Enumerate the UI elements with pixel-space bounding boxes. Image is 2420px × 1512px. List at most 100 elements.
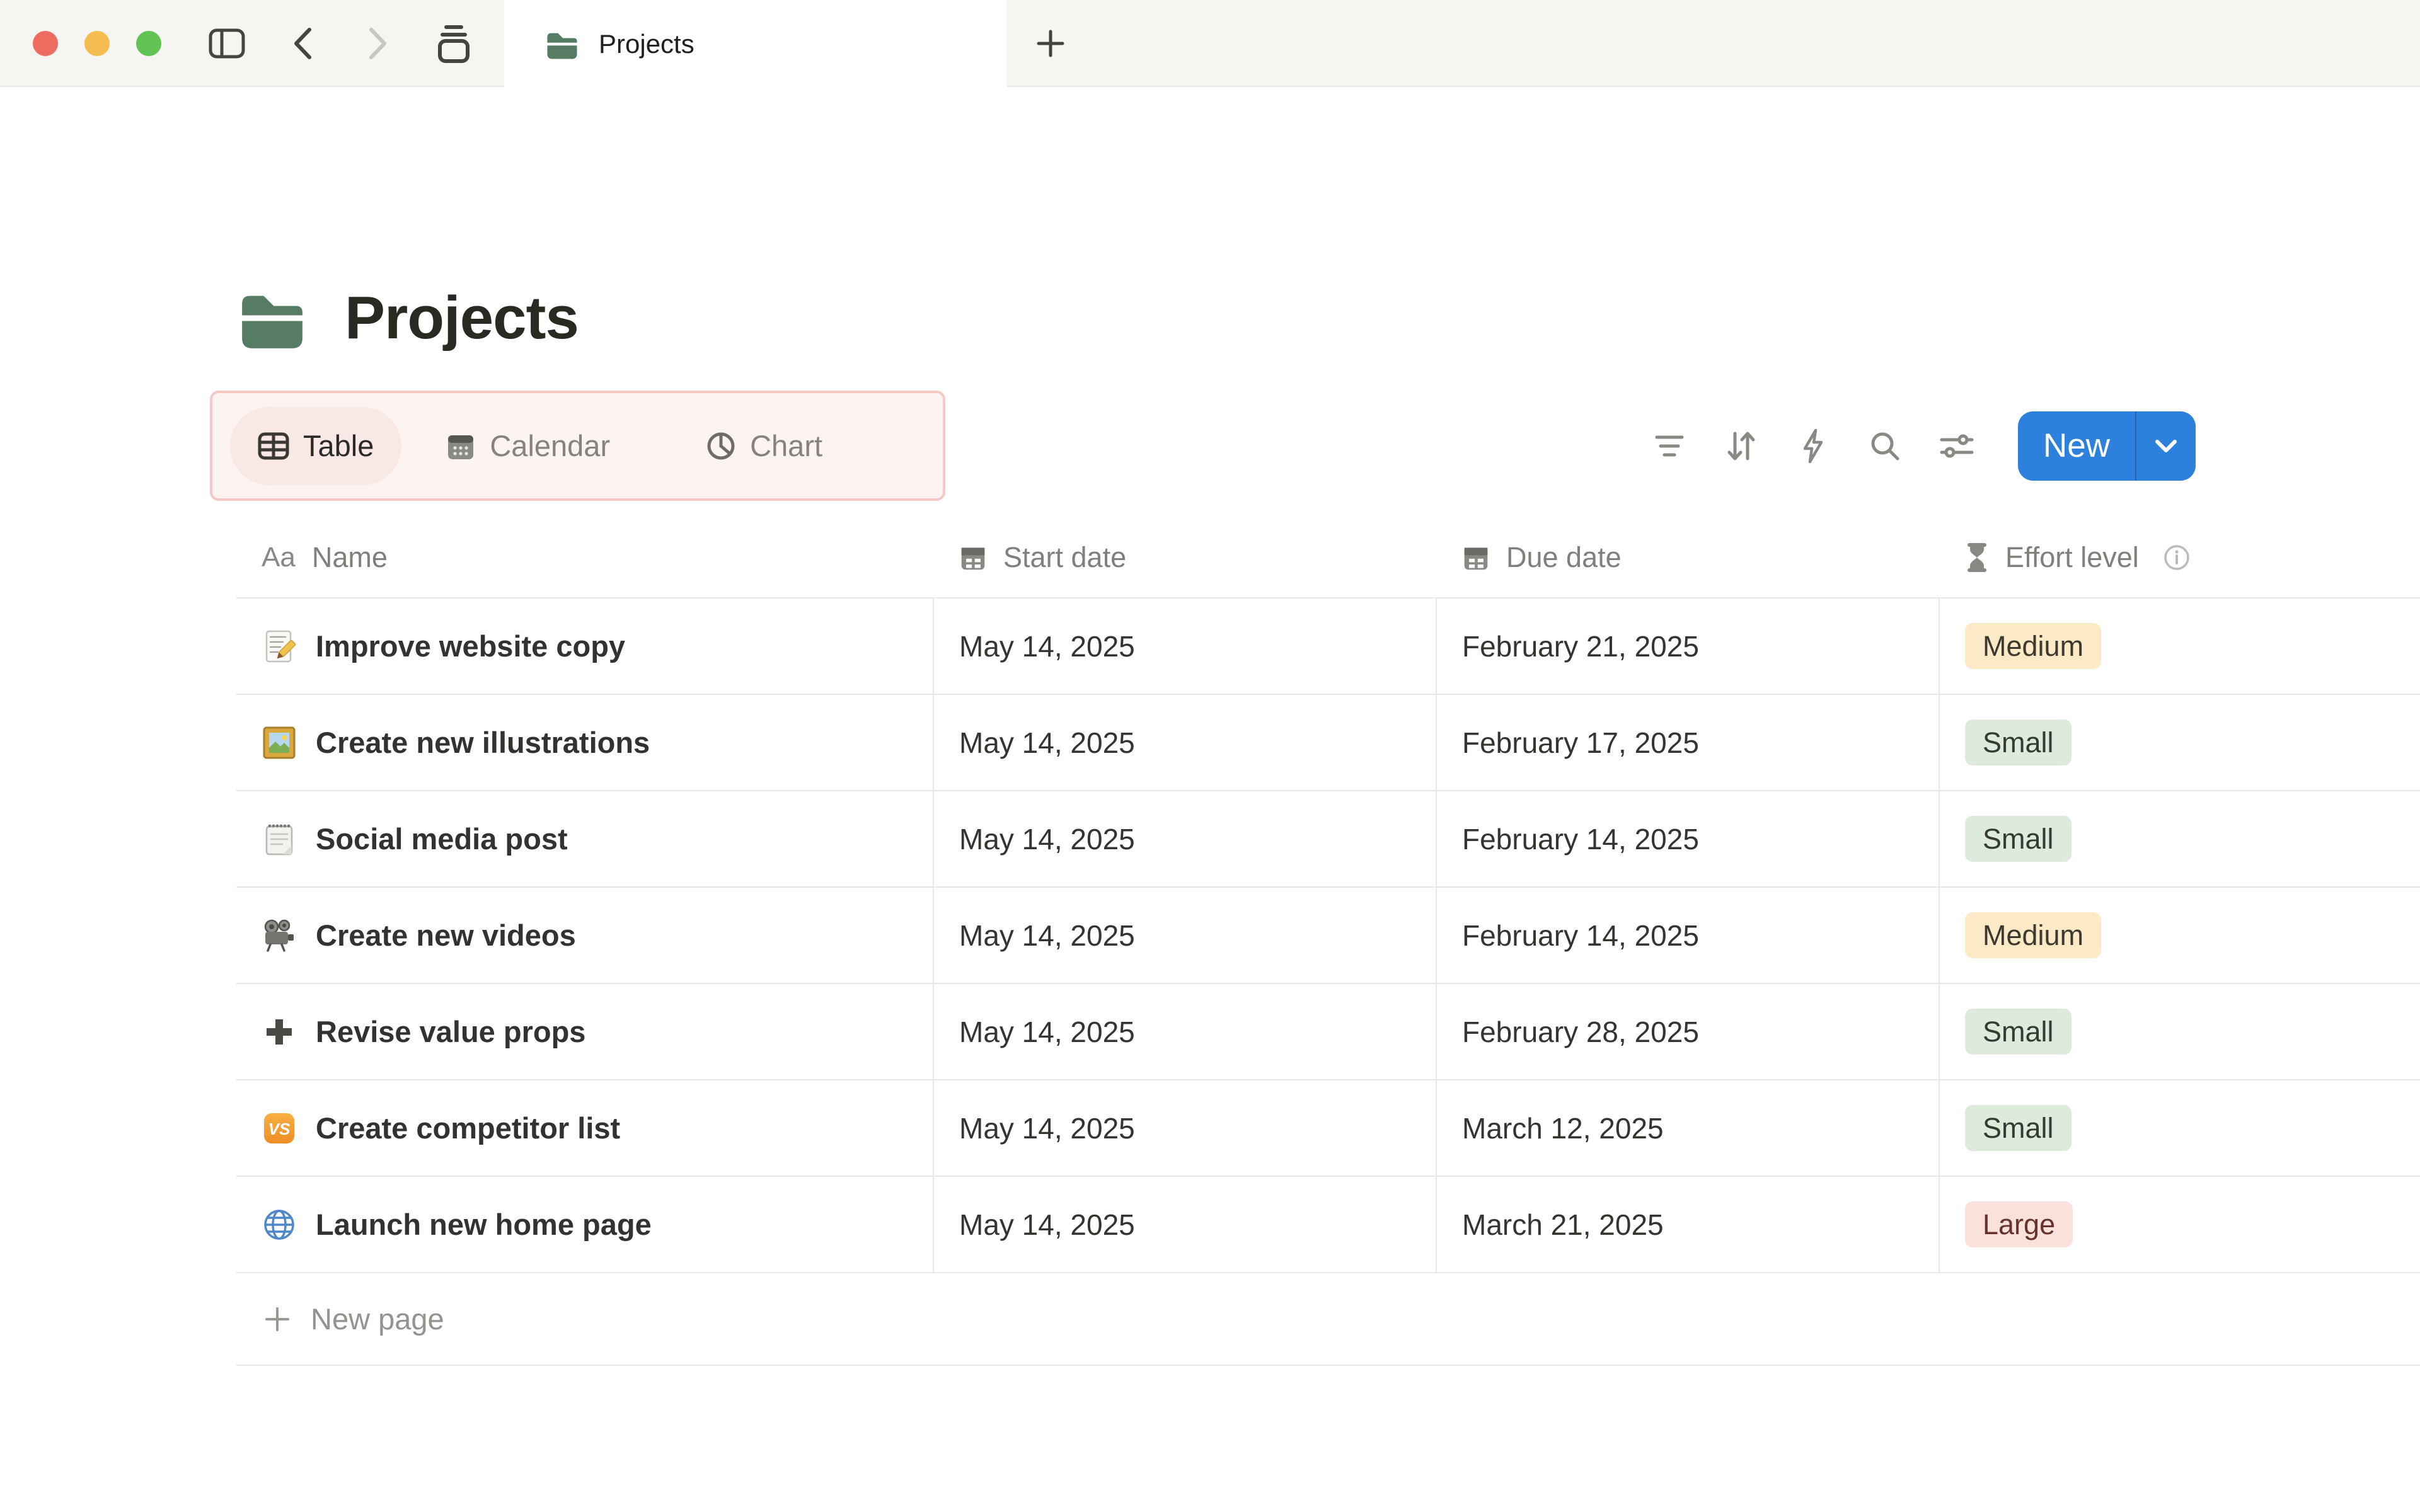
start-date-cell[interactable]: May 14, 2025	[934, 1080, 1437, 1176]
start-date-cell[interactable]: May 14, 2025	[934, 695, 1437, 790]
back-button[interactable]	[277, 18, 328, 69]
tab-projects[interactable]: Projects	[504, 0, 1007, 88]
tab-stack-icon	[438, 25, 470, 63]
view-tab-calendar[interactable]: Calendar	[418, 407, 638, 485]
new-page-button[interactable]: New page	[236, 1273, 2420, 1366]
effort-badge[interactable]: Large	[1965, 1201, 2073, 1248]
table-row: Create new illustrations May 14, 2025 Fe…	[236, 695, 2420, 791]
view-tab-label: Chart	[750, 429, 823, 462]
forward-button[interactable]	[353, 18, 403, 69]
minimize-button[interactable]	[84, 31, 110, 56]
filter-icon	[1655, 435, 1684, 456]
back-chevron-icon	[294, 28, 311, 59]
view-tab-table[interactable]: Table	[230, 406, 402, 485]
row-name-cell[interactable]: Revise value props	[236, 984, 934, 1079]
svg-text:VS: VS	[268, 1120, 291, 1138]
row-name-cell[interactable]: VS Create competitor list	[236, 1080, 934, 1176]
view-tab-chart[interactable]: Chart	[678, 407, 850, 485]
view-settings-button[interactable]	[1933, 423, 1980, 469]
table-row: Create new videos May 14, 2025 February …	[236, 888, 2420, 984]
hourglass-icon	[1968, 543, 1986, 572]
due-date-cell[interactable]: March 21, 2025	[1437, 1177, 1940, 1272]
effort-badge[interactable]: Small	[1965, 1008, 2071, 1055]
notion-window: Projects Projects Table Calendar Chart N…	[0, 0, 2420, 1512]
chevron-down-icon	[2155, 439, 2177, 452]
search-icon	[1871, 432, 1899, 460]
effort-badge[interactable]: Medium	[1965, 912, 2102, 959]
due-date-cell[interactable]: February 14, 2025	[1437, 888, 1940, 983]
vs-icon: VS	[264, 1113, 294, 1143]
effort-cell[interactable]: Small	[1940, 695, 2420, 790]
due-date-cell[interactable]: March 12, 2025	[1437, 1080, 1940, 1176]
effort-cell[interactable]: Small	[1940, 791, 2420, 886]
table-row: Improve website copy May 14, 2025 Februa…	[236, 598, 2420, 695]
effort-badge[interactable]: Medium	[1965, 622, 2102, 670]
start-date-cell[interactable]: May 14, 2025	[934, 888, 1437, 983]
text-aa-icon: Aa	[262, 542, 296, 573]
heavy-plus-icon	[267, 1019, 292, 1045]
column-header-due-date[interactable]: Due date	[1437, 518, 1940, 597]
search-button[interactable]	[1862, 423, 1908, 469]
column-header-name[interactable]: Aa Name	[236, 518, 934, 597]
zoom-button[interactable]	[136, 31, 161, 56]
due-date-cell[interactable]: February 14, 2025	[1437, 791, 1940, 886]
effort-cell[interactable]: Small	[1940, 984, 2420, 1079]
view-toolbar: New	[1646, 391, 2196, 501]
start-date-cell[interactable]: May 14, 2025	[934, 598, 1437, 694]
view-settings-icon	[1940, 434, 1974, 457]
row-name-cell[interactable]: Improve website copy	[236, 598, 934, 694]
movie-camera-icon	[264, 919, 294, 952]
automations-button[interactable]	[1790, 423, 1836, 469]
new-dropdown-button[interactable]	[2136, 411, 2196, 481]
projects-table: Aa Name Start date Due date Effort level…	[236, 518, 2420, 1366]
new-button-group: New	[2018, 411, 2196, 481]
close-button[interactable]	[33, 31, 58, 56]
filter-button[interactable]	[1646, 423, 1693, 469]
spiral-notepad-icon	[265, 824, 293, 855]
tab-stack-button[interactable]	[429, 18, 479, 69]
automations-icon	[1803, 428, 1823, 463]
info-icon[interactable]	[2163, 544, 2191, 571]
effort-badge[interactable]: Small	[1965, 1104, 2071, 1152]
start-date-cell[interactable]: May 14, 2025	[934, 984, 1437, 1079]
row-name-cell[interactable]: Social media post	[236, 791, 934, 886]
nav-icons	[202, 0, 479, 87]
row-name-cell[interactable]: Create new illustrations	[236, 695, 934, 790]
table-icon	[258, 432, 289, 459]
table-row: Social media post May 14, 2025 February …	[236, 791, 2420, 888]
effort-badge[interactable]: Small	[1965, 719, 2071, 766]
due-date-cell[interactable]: February 17, 2025	[1437, 695, 1940, 790]
tab-title: Projects	[599, 29, 694, 59]
window-tab-bar: Projects	[0, 0, 2420, 88]
row-name-cell[interactable]: Create new videos	[236, 888, 934, 983]
effort-badge[interactable]: Small	[1965, 815, 2071, 862]
memo-icon	[265, 630, 296, 662]
new-tab-button[interactable]	[1022, 15, 1079, 72]
framed-picture-icon	[263, 726, 296, 759]
effort-cell[interactable]: Medium	[1940, 598, 2420, 694]
view-switcher: Table Calendar Chart	[210, 391, 945, 501]
new-button[interactable]: New	[2018, 411, 2135, 481]
effort-cell[interactable]: Medium	[1940, 888, 2420, 983]
sort-icon	[1727, 432, 1755, 460]
due-date-cell[interactable]: February 28, 2025	[1437, 984, 1940, 1079]
column-header-effort-level[interactable]: Effort level	[1940, 518, 2420, 597]
page-title[interactable]: Projects	[345, 284, 579, 353]
due-date-cell[interactable]: February 21, 2025	[1437, 598, 1940, 694]
row-name-cell[interactable]: Launch new home page	[236, 1177, 934, 1272]
view-tab-label: Calendar	[490, 429, 611, 462]
start-date-cell[interactable]: May 14, 2025	[934, 791, 1437, 886]
effort-cell[interactable]: Large	[1940, 1177, 2420, 1272]
folder-icon	[547, 33, 577, 59]
folder-icon	[242, 295, 302, 348]
plus-icon	[265, 1307, 289, 1331]
start-date-cell[interactable]: May 14, 2025	[934, 1177, 1437, 1272]
calendar-icon	[448, 435, 474, 459]
page-header: Projects	[236, 282, 579, 354]
effort-cell[interactable]: Small	[1940, 1080, 2420, 1176]
sidebar-toggle-button[interactable]	[202, 18, 252, 69]
column-header-start-date[interactable]: Start date	[934, 518, 1437, 597]
pie-chart-icon	[707, 432, 735, 459]
sort-button[interactable]	[1718, 423, 1765, 469]
plus-icon	[1037, 30, 1064, 57]
